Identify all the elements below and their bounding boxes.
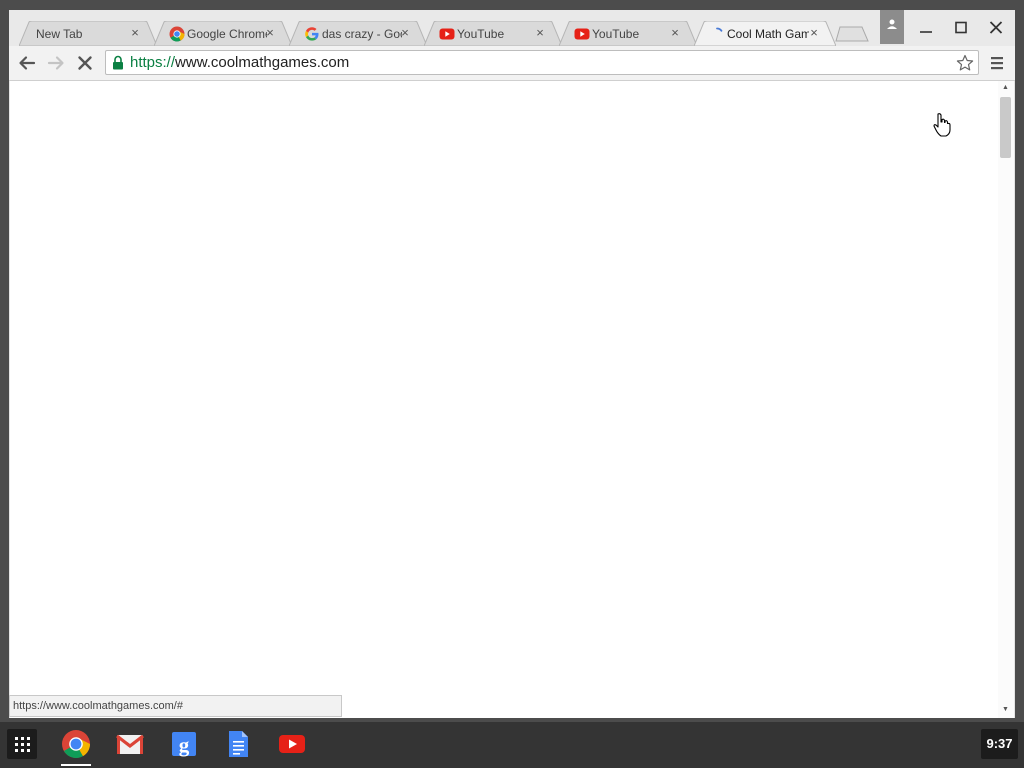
- tab-new-tab[interactable]: New Tab ×: [19, 21, 157, 46]
- new-tab-button[interactable]: [835, 26, 869, 42]
- system-shelf: g 9:37: [0, 722, 1024, 768]
- tab-youtube[interactable]: YouTube ×: [424, 21, 562, 46]
- google-icon: [305, 27, 319, 41]
- scroll-down-arrow-icon[interactable]: ▼: [1002, 706, 1009, 713]
- scrollbar-thumb[interactable]: [1000, 97, 1011, 158]
- youtube-icon: [439, 28, 455, 40]
- google-docs-icon[interactable]: [222, 728, 254, 760]
- tab-title: Cool Math Games: [727, 27, 809, 41]
- forward-arrow-icon[interactable]: [45, 52, 67, 74]
- profile-button[interactable]: [880, 10, 904, 44]
- google-search-icon[interactable]: g: [168, 728, 200, 760]
- gmail-icon[interactable]: [114, 728, 146, 760]
- loading-spinner-icon: [716, 27, 723, 32]
- url-scheme: https://: [130, 54, 176, 71]
- minimize-button[interactable]: [911, 17, 941, 39]
- tab-close-icon[interactable]: ×: [264, 25, 276, 41]
- tab-title: YouTube: [592, 27, 640, 41]
- tab-title: das crazy - Google: [322, 27, 402, 41]
- tab-youtube[interactable]: YouTube ×: [559, 21, 697, 46]
- person-icon: [887, 19, 897, 29]
- tab-close-icon[interactable]: ×: [129, 25, 141, 41]
- status-bubble: https://www.coolmathgames.com/#: [9, 695, 342, 717]
- system-clock[interactable]: 9:37: [981, 729, 1018, 759]
- tab-title: New Tab: [36, 27, 83, 41]
- tab-das-crazy-google[interactable]: das crazy - Google ×: [289, 21, 427, 46]
- toolbar: https://www.coolmathgames.com: [9, 46, 1015, 81]
- tab-close-icon[interactable]: ×: [808, 25, 820, 41]
- maximize-button[interactable]: [946, 17, 976, 39]
- url-host: www.coolmathgames.com: [175, 54, 350, 71]
- chrome-icon: [169, 26, 185, 42]
- tab-close-icon[interactable]: ×: [399, 25, 411, 41]
- tab-strip: New Tab × Google Chrome × das crazy - Go…: [9, 10, 1015, 46]
- omnibox[interactable]: https://www.coolmathgames.com: [105, 50, 979, 75]
- lock-icon: [113, 55, 123, 70]
- scroll-up-arrow-icon[interactable]: ▲: [1002, 84, 1009, 91]
- star-icon[interactable]: [956, 54, 974, 72]
- tab-google-chrome[interactable]: Google Chrome ×: [154, 21, 292, 46]
- stop-x-icon[interactable]: [74, 52, 96, 74]
- youtube-icon: [574, 28, 590, 40]
- close-window-button[interactable]: [981, 17, 1011, 39]
- chrome-icon[interactable]: [60, 728, 92, 760]
- browser-window: New Tab × Google Chrome × das crazy - Go…: [9, 10, 1015, 718]
- tab-cool-math-games[interactable]: Cool Math Games ×: [694, 21, 836, 46]
- hand-cursor-icon: [933, 113, 951, 137]
- back-arrow-icon[interactable]: [16, 52, 38, 74]
- page-viewport[interactable]: [10, 81, 998, 718]
- active-app-indicator: [61, 764, 91, 766]
- youtube-icon[interactable]: [276, 728, 308, 760]
- hamburger-menu-icon[interactable]: [988, 55, 1006, 71]
- tab-title: YouTube: [457, 27, 505, 41]
- svg-text:g: g: [179, 733, 190, 757]
- app-launcher-button[interactable]: [7, 729, 37, 759]
- url-text[interactable]: https://www.coolmathgames.com: [130, 54, 349, 72]
- tab-close-icon[interactable]: ×: [534, 25, 546, 41]
- tab-close-icon[interactable]: ×: [669, 25, 681, 41]
- vertical-scrollbar[interactable]: ▲ ▼: [998, 81, 1014, 718]
- tab-title: Google Chrome: [187, 27, 267, 41]
